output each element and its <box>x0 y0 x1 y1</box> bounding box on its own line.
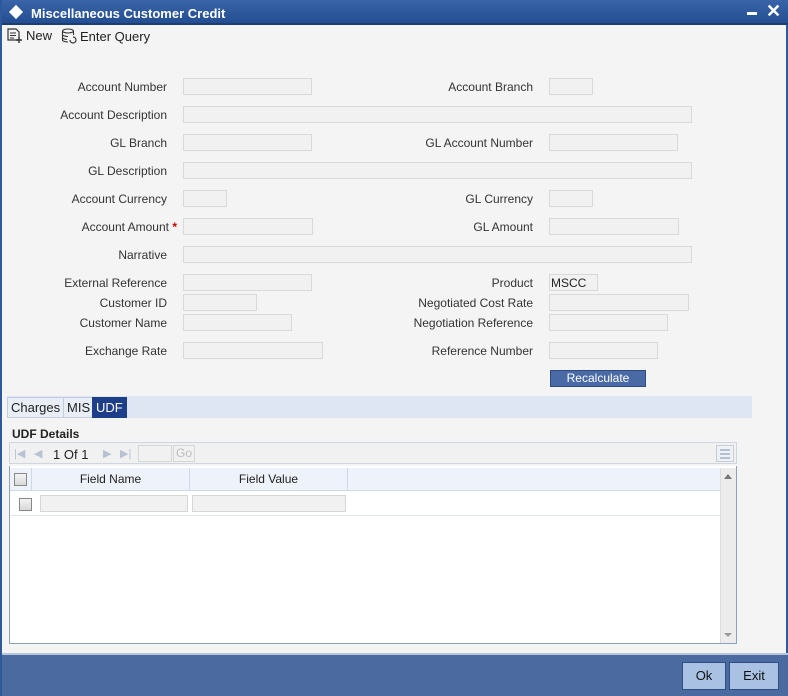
vertical-scrollbar[interactable] <box>720 468 736 643</box>
go-button[interactable]: Go <box>173 445 195 462</box>
negotiated-cost-rate-label: Negotiated Cost Rate <box>418 296 533 310</box>
account-currency-label: Account Currency <box>71 192 167 206</box>
gl-branch-input[interactable] <box>183 134 312 151</box>
account-number-label: Account Number <box>77 80 167 94</box>
scroll-up-icon[interactable] <box>724 474 732 479</box>
last-page-icon[interactable]: ▶| <box>120 447 131 460</box>
new-document-icon <box>7 28 22 43</box>
previous-page-icon[interactable]: ◀ <box>34 447 42 460</box>
external-reference-input[interactable] <box>183 274 312 291</box>
udf-details-title: UDF Details <box>12 427 80 441</box>
table-header: Field Name Field Value <box>10 468 720 491</box>
customer-name-input[interactable] <box>183 314 292 331</box>
account-currency-input[interactable] <box>183 190 227 207</box>
field-name-input[interactable] <box>40 495 188 512</box>
external-reference-label: External Reference <box>64 276 167 290</box>
exit-button[interactable]: Exit <box>729 662 779 690</box>
column-settings-icon[interactable] <box>716 445 734 462</box>
gl-description-input[interactable] <box>183 162 692 179</box>
gl-branch-label: GL Branch <box>110 136 167 150</box>
pagination-bar: |◀ ◀ 1 Of 1 ▶ ▶| Go <box>9 442 737 464</box>
tab-mis[interactable]: MIS <box>63 397 95 418</box>
field-value-input[interactable] <box>192 495 346 512</box>
enter-query-button[interactable]: Enter Query <box>61 28 150 44</box>
first-page-icon[interactable]: |◀ <box>14 447 25 460</box>
narrative-label: Narrative <box>118 248 167 262</box>
account-amount-label: Account Amount * <box>82 220 177 234</box>
ok-button[interactable]: Ok <box>682 662 726 690</box>
account-amount-input[interactable] <box>183 218 313 235</box>
row-checkbox[interactable] <box>19 498 32 511</box>
next-page-icon[interactable]: ▶ <box>103 447 111 460</box>
new-label: New <box>26 28 53 43</box>
select-all-cell <box>10 468 32 491</box>
footer-bar: Ok Exit <box>2 653 788 696</box>
required-marker: * <box>172 220 177 234</box>
reference-number-label: Reference Number <box>431 344 533 358</box>
reference-number-input[interactable] <box>549 342 658 359</box>
new-button[interactable]: New <box>7 28 52 43</box>
gl-account-number-label: GL Account Number <box>425 136 533 150</box>
gl-currency-input[interactable] <box>549 190 593 207</box>
gl-amount-input[interactable] <box>549 218 679 235</box>
account-description-label: Account Description <box>60 108 167 122</box>
toolbar: New Enter Query <box>4 25 788 47</box>
column-header-field-name[interactable]: Field Name <box>32 468 190 491</box>
title-bar: Miscellaneous Customer Credit ✕ <box>2 0 788 25</box>
gl-description-label: GL Description <box>88 164 167 178</box>
product-label: Product <box>491 276 533 290</box>
negotiated-cost-rate-input[interactable] <box>549 294 689 311</box>
select-all-checkbox[interactable] <box>14 473 27 486</box>
window-title: Miscellaneous Customer Credit <box>31 6 226 21</box>
window: Miscellaneous Customer Credit ✕ New Ente… <box>0 0 788 696</box>
customer-name-label: Customer Name <box>79 316 167 330</box>
gl-account-number-input[interactable] <box>549 134 678 151</box>
recalculate-button[interactable]: Recalculate <box>550 370 646 387</box>
total-pages: 1 <box>81 447 89 462</box>
negotiation-reference-label: Negotiation Reference <box>413 316 533 330</box>
account-description-input[interactable] <box>183 106 692 123</box>
udf-table: Field Name Field Value <box>9 466 737 644</box>
close-button[interactable]: ✕ <box>766 1 781 21</box>
tab-strip: Charges MIS UDF <box>7 396 752 418</box>
gl-amount-label: GL Amount <box>473 220 533 234</box>
exchange-rate-input[interactable] <box>183 342 323 359</box>
page-indicator: 1 Of 1 <box>53 447 88 462</box>
minimize-button[interactable] <box>747 12 757 15</box>
account-number-input[interactable] <box>183 78 312 95</box>
account-branch-label: Account Branch <box>448 80 533 94</box>
gl-currency-label: GL Currency <box>465 192 533 206</box>
page-number-input[interactable] <box>138 445 172 462</box>
customer-id-input[interactable] <box>183 294 257 311</box>
tab-charges[interactable]: Charges <box>7 397 65 418</box>
database-query-icon <box>61 28 77 44</box>
narrative-input[interactable] <box>183 246 692 263</box>
app-logo-icon <box>8 4 24 20</box>
tab-udf[interactable]: UDF <box>92 397 127 418</box>
table-row <box>10 492 720 516</box>
current-page: 1 <box>53 447 61 462</box>
account-amount-label-text: Account Amount <box>81 220 169 234</box>
negotiation-reference-input[interactable] <box>549 314 668 331</box>
enter-query-label: Enter Query <box>80 28 151 44</box>
column-header-field-value[interactable]: Field Value <box>190 468 348 491</box>
scroll-down-icon[interactable] <box>724 633 732 637</box>
account-branch-input[interactable] <box>549 78 593 95</box>
of-label: Of <box>63 447 78 462</box>
customer-id-label: Customer ID <box>99 296 167 310</box>
exchange-rate-label: Exchange Rate <box>84 344 167 358</box>
product-input[interactable] <box>549 274 598 291</box>
